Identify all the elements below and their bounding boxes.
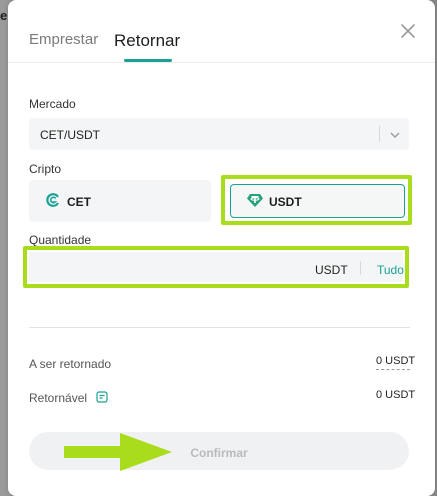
info-icon[interactable] — [96, 390, 108, 408]
arrow-annotation-icon — [62, 430, 182, 479]
chevron-down-icon — [389, 128, 401, 146]
cet-coin-icon — [45, 192, 61, 213]
dashed-underline — [376, 369, 410, 370]
market-label: Mercado — [29, 97, 76, 111]
highlight-box: USDT — [221, 175, 412, 225]
background-text: e — [0, 8, 8, 23]
quantity-unit: USDT — [315, 263, 348, 277]
crypto-option-usdt[interactable]: USDT — [230, 184, 405, 218]
returnable-label: Retornável — [29, 391, 88, 405]
crypto-option-label: USDT — [269, 195, 302, 209]
tab-retornar[interactable]: Retornar — [114, 31, 180, 51]
market-select[interactable]: CET/USDT — [29, 118, 409, 150]
crypto-label: Cripto — [29, 162, 62, 176]
quantity-label: Quantidade — [29, 233, 92, 247]
select-divider — [379, 126, 380, 142]
returnable-value: 0 USDT — [376, 389, 416, 401]
to-return-label: A ser retornado — [29, 357, 112, 371]
active-tab-indicator — [124, 59, 172, 62]
close-icon[interactable] — [397, 20, 419, 42]
to-return-value: 0 USDT — [376, 355, 416, 367]
highlight-box: USDT Tudo — [23, 246, 409, 288]
crypto-option-label: CET — [67, 195, 91, 209]
tab-emprestar[interactable]: Emprestar — [29, 31, 98, 48]
return-modal: Emprestar Retornar Mercado CET/USDT Crip… — [8, 0, 435, 496]
quantity-divider — [360, 261, 361, 275]
all-button[interactable]: Tudo — [377, 263, 404, 277]
crypto-option-cet[interactable]: CET — [29, 180, 211, 222]
market-value: CET/USDT — [40, 128, 100, 142]
tab-bar: Emprestar Retornar — [8, 0, 435, 63]
usdt-coin-icon — [247, 192, 263, 213]
section-divider — [29, 327, 410, 328]
